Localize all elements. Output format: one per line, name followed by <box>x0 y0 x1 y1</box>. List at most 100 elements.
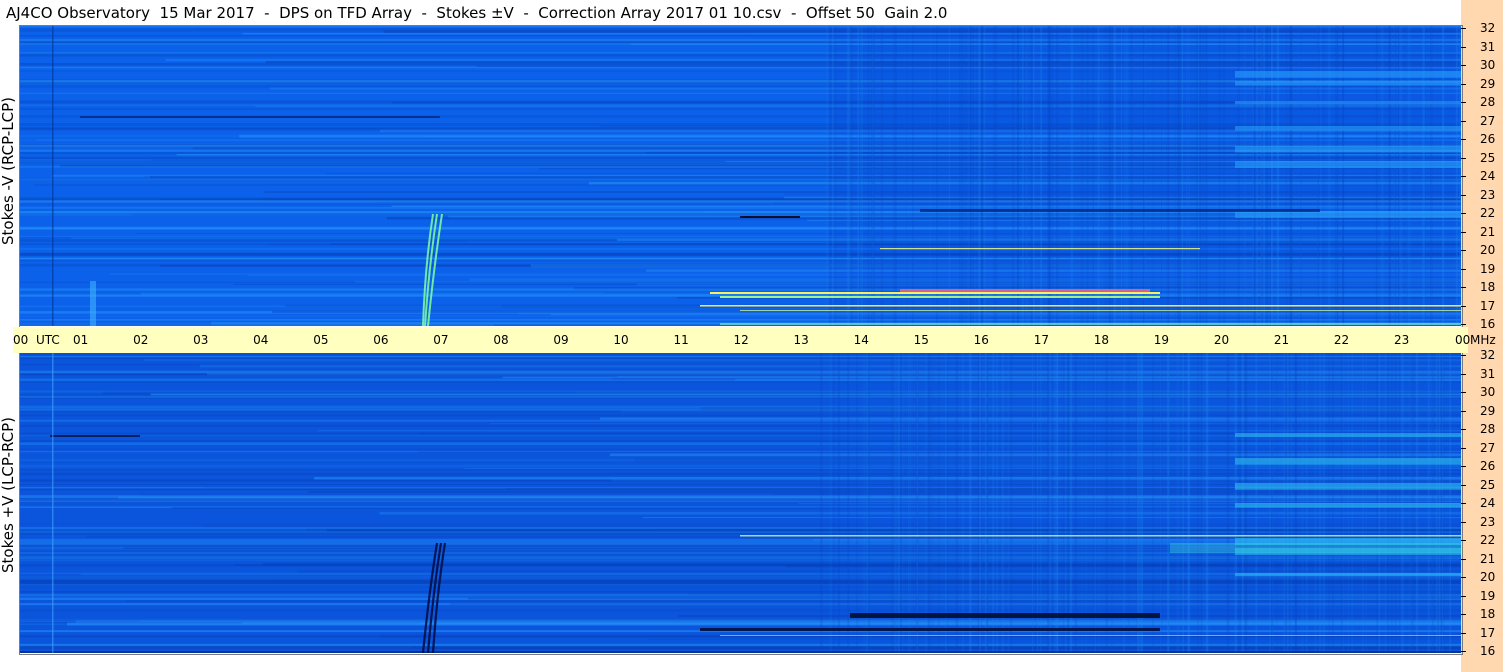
emission-line <box>710 292 1160 294</box>
time-streak <box>895 26 897 326</box>
frequency-tick-mark <box>1461 139 1466 140</box>
frequency-tick-label: 20 <box>1480 243 1496 257</box>
time-tick-label: 04 <box>253 333 269 347</box>
time-streak <box>1123 353 1125 653</box>
frequency-tick-label: 17 <box>1480 298 1496 313</box>
cyan-band <box>1170 543 1461 553</box>
top-panel-ylabel: Stokes -V (RCP-LCP) <box>0 97 17 245</box>
frequency-tick-label: 25 <box>1480 150 1496 165</box>
time-streak <box>984 353 988 653</box>
time-streak <box>1058 353 1060 653</box>
frequency-tick-label: 28 <box>1480 422 1496 436</box>
cyan-band <box>1235 211 1461 218</box>
time-streak <box>1053 353 1055 653</box>
time-streak <box>1177 26 1180 326</box>
time-streak <box>1024 26 1027 326</box>
time-streak <box>1121 26 1123 326</box>
time-streak <box>907 353 910 653</box>
time-streak <box>837 353 841 653</box>
cyan-band <box>1235 573 1461 577</box>
frequency-tick-mark <box>1461 268 1466 270</box>
frequency-tick-mark <box>1461 521 1466 523</box>
frequency-tick-mark <box>1461 176 1466 177</box>
time-streak <box>1186 26 1188 326</box>
bright-line <box>720 635 1461 636</box>
time-streak <box>1168 26 1170 326</box>
time-streak <box>929 26 931 326</box>
time-streak <box>944 353 947 653</box>
time-streak <box>1056 26 1059 326</box>
time-streak <box>977 353 980 653</box>
frequency-tick-label: 31 <box>1480 39 1496 54</box>
time-tick-label: 00 <box>1455 333 1471 347</box>
frequency-tick-label: 19 <box>1480 588 1496 603</box>
time-streak <box>1187 353 1191 653</box>
frequency-tick-label: 18 <box>1480 280 1496 294</box>
time-streak <box>1063 353 1065 653</box>
time-streak <box>1035 353 1037 653</box>
time-streak <box>825 26 829 326</box>
time-streak <box>924 353 928 653</box>
frequency-streak <box>109 273 1461 275</box>
time-streak <box>1051 26 1054 326</box>
time-streak <box>1067 353 1070 653</box>
time-tick-label: 19 <box>1153 333 1170 347</box>
frequency-tick-label: 23 <box>1480 514 1496 529</box>
frequency-tick-mark <box>1461 373 1466 375</box>
time-streak <box>1007 353 1010 653</box>
frequency-tick-label: 25 <box>1480 477 1496 492</box>
time-tick-label: 13 <box>793 333 809 347</box>
heatmap-top-panel <box>20 26 1461 326</box>
time-streak <box>1101 26 1103 326</box>
frequency-tick-mark <box>1461 305 1466 307</box>
time-streak <box>1086 26 1089 326</box>
time-tick-label: 12 <box>733 333 749 347</box>
chart-title: AJ4CO Observatory 15 Mar 2017 - DPS on T… <box>6 4 948 22</box>
time-streak <box>1126 26 1129 326</box>
time-streak <box>1204 26 1208 326</box>
time-streak <box>1174 26 1177 326</box>
time-streak <box>1167 353 1170 653</box>
time-streak <box>1127 353 1130 653</box>
cyan-band <box>1235 146 1461 153</box>
time-streak <box>1097 26 1101 326</box>
frequency-tick-mark <box>1461 28 1466 29</box>
time-streak <box>1130 26 1133 326</box>
time-streak <box>847 353 850 653</box>
frequency-tick-mark <box>1461 83 1466 85</box>
frequency-tick-mark <box>1461 632 1466 634</box>
frequency-tick-mark <box>1461 102 1466 103</box>
frequency-tick-label: 16 <box>1480 317 1496 331</box>
frequency-streak <box>773 202 1461 204</box>
frequency-tick-label: 26 <box>1480 132 1496 146</box>
time-streak <box>1030 26 1033 326</box>
time-streak <box>1195 26 1199 326</box>
time-streak <box>961 353 965 653</box>
frequency-tick-label: 28 <box>1480 95 1496 109</box>
frequency-streak <box>617 376 1461 378</box>
emission-line <box>720 296 1160 298</box>
dark-band <box>50 435 140 437</box>
time-streak <box>857 26 860 326</box>
time-streak <box>995 26 998 326</box>
time-streak <box>1182 353 1185 653</box>
frequency-tick-label: 22 <box>1480 206 1496 220</box>
time-streak <box>1202 26 1204 326</box>
time-streak <box>1083 26 1085 326</box>
frequency-tick-label: 19 <box>1480 261 1496 276</box>
frequency-streak <box>271 310 1461 313</box>
frequency-tick-label: 24 <box>1480 496 1496 510</box>
frequency-tick-label: 23 <box>1480 187 1496 202</box>
time-streak <box>948 26 950 326</box>
time-tick-label: 21 <box>1273 333 1290 347</box>
time-streak <box>832 353 835 653</box>
time-streak <box>1178 353 1180 653</box>
time-streak <box>1205 353 1209 653</box>
time-streak <box>1085 353 1087 653</box>
frequency-tick-mark <box>1461 651 1466 652</box>
time-streak <box>1012 26 1014 326</box>
time-streak <box>1152 353 1154 653</box>
time-streak <box>1108 26 1112 326</box>
time-streak <box>866 353 869 653</box>
dark-band <box>920 209 1320 212</box>
